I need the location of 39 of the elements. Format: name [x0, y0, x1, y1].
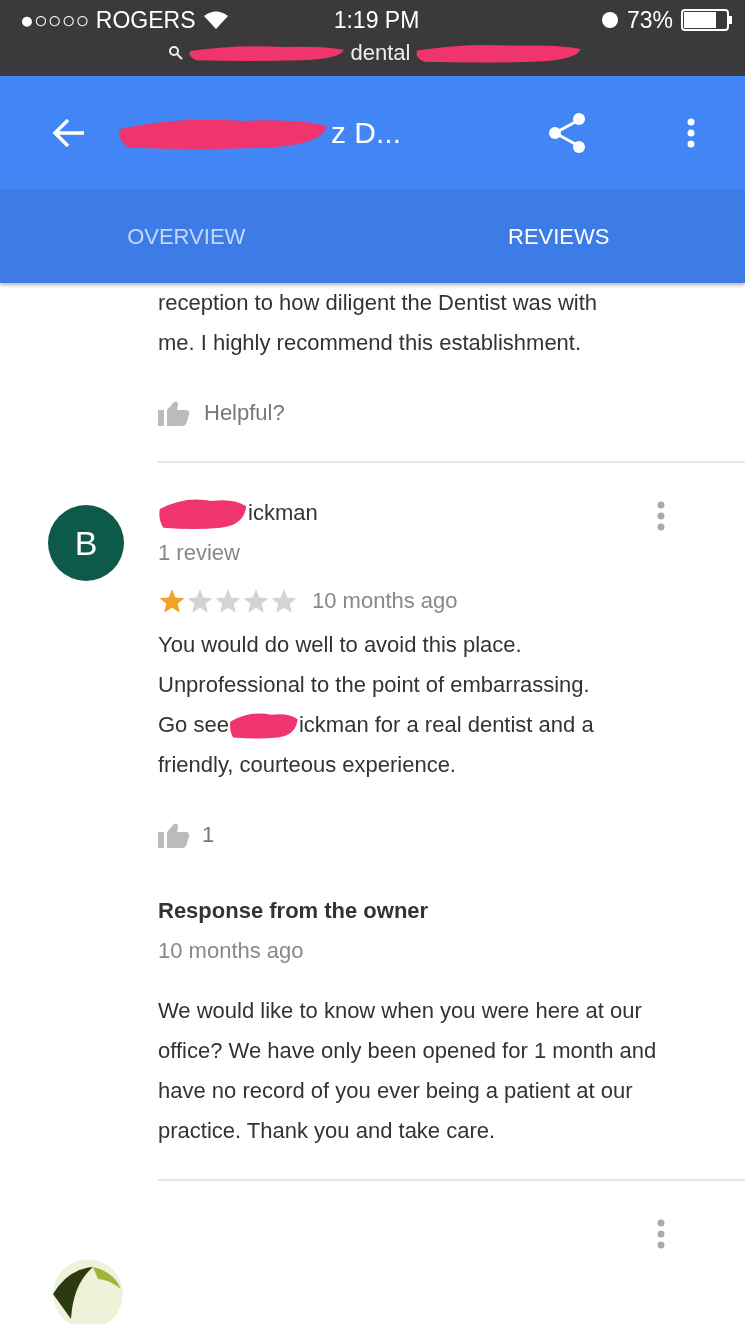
tab[interactable]: OVERVIEW	[0, 190, 373, 283]
response-time: 10 months ago	[158, 937, 305, 965]
review-text: friendly, courteous experience.	[158, 751, 457, 779]
wifi-icon	[203, 11, 228, 29]
battery-icon	[681, 9, 733, 31]
battery-label: 73%	[626, 6, 673, 34]
star-icon	[242, 588, 270, 614]
place-title: z D...	[331, 116, 401, 150]
response-title: Response from the owner	[158, 897, 430, 925]
review-time: 10 months ago	[312, 587, 458, 615]
helpful-label[interactable]: Helpful?	[204, 393, 285, 433]
thumbs-up-icon[interactable]	[158, 822, 190, 848]
review-text: reception to how diligent the Dentist was with	[158, 289, 598, 317]
avatar: B	[48, 505, 124, 581]
author-name[interactable]: ickman	[248, 493, 318, 533]
share-icon[interactable]	[547, 112, 587, 154]
like-count: 1	[202, 821, 215, 849]
review-text: Unprofessional to the point of embarrassing.	[158, 671, 591, 699]
clock: 1:19 PM	[333, 6, 420, 34]
star-icon	[186, 588, 214, 614]
review-text: me. I highly recommend this establishment.	[158, 329, 583, 357]
thumbs-up-icon[interactable]	[158, 400, 190, 426]
star-icon	[158, 588, 186, 614]
more-icon[interactable]	[657, 1219, 665, 1249]
review-text: ickman for a real dentist and a	[298, 711, 594, 739]
star-icon	[214, 588, 242, 614]
url-text[interactable]: dental	[350, 40, 411, 66]
more-icon[interactable]	[687, 118, 695, 148]
review-count: 1 review	[158, 539, 241, 567]
review-text: Go see	[158, 711, 229, 739]
alarm-icon	[600, 11, 619, 29]
more-icon[interactable]	[657, 501, 665, 531]
back-icon[interactable]	[52, 118, 86, 148]
review-text: You would do well to avoid this place.	[158, 631, 523, 659]
carrier-label: ●○○○○ ROGERS	[20, 6, 196, 34]
search-icon	[168, 46, 183, 60]
tab[interactable]: REVIEWS	[372, 190, 745, 283]
response-text: We would like to know when you were here at our office? We have only been opened for 1 month and have no record of you ever being a patient at our practice. Thank you and take care.	[158, 997, 658, 1145]
star-icon	[270, 588, 298, 614]
